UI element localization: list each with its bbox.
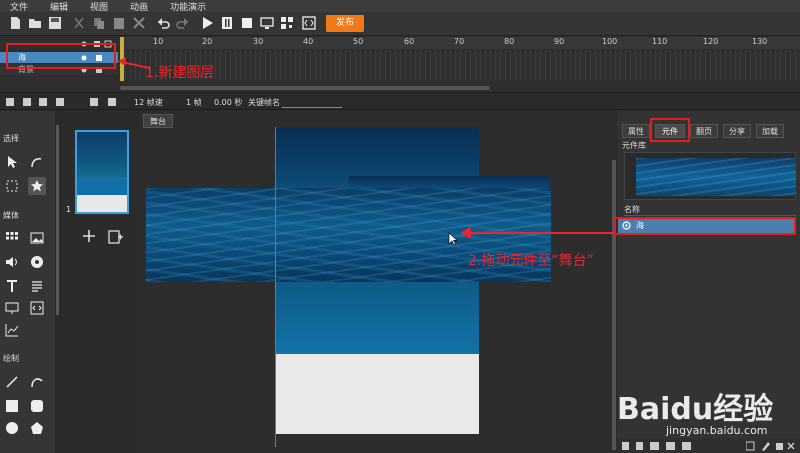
fps-value[interactable]: 12 帧速 — [134, 97, 163, 108]
annotation-box-symbol — [614, 217, 796, 235]
cursor-icon — [448, 232, 458, 246]
ruler-tick: 20 — [202, 37, 213, 46]
image-icon[interactable] — [30, 231, 44, 245]
tab-loading[interactable]: 加载 — [756, 124, 784, 138]
publish-button[interactable]: 发布 — [326, 15, 364, 32]
ruler-tick: 110 — [652, 37, 668, 46]
paragraph-icon[interactable] — [30, 279, 44, 293]
text-icon[interactable] — [5, 279, 19, 293]
status-bar: 12 帧速 1 帧 0.00 秒 关键帧名 — [0, 92, 800, 110]
library-tools-icon[interactable] — [622, 441, 702, 451]
annotation-step1: 1.新建图层 — [145, 65, 215, 81]
chart-icon[interactable] — [5, 323, 19, 337]
annotation-box-tab — [650, 118, 690, 142]
keyframe-name-label: 关键帧名 — [248, 98, 280, 107]
curve-icon[interactable] — [30, 375, 44, 389]
menu-edit[interactable]: 编辑 — [50, 0, 68, 13]
ruler-tick: 60 — [404, 37, 415, 46]
baidu-watermark-url: jingyan.baidu.com — [666, 424, 768, 437]
tab-share[interactable]: 分享 — [723, 124, 751, 138]
library-edit-icons[interactable] — [746, 441, 796, 451]
rounded-rect-icon[interactable] — [30, 399, 44, 413]
video-icon[interactable] — [30, 255, 44, 269]
ruler-tick: 90 — [554, 37, 565, 46]
subselect-icon[interactable] — [30, 155, 44, 169]
menu-bar: 文件 编辑 视图 动画 功能演示 — [0, 0, 800, 13]
open-folder-icon[interactable] — [28, 16, 42, 30]
tools-panel: 选择 媒体 绘制 — [0, 111, 55, 453]
ellipse-icon[interactable] — [5, 421, 19, 435]
code-icon[interactable] — [302, 16, 316, 30]
ruler-tick: 10 — [153, 37, 164, 46]
library-name-header: 名称 — [624, 204, 796, 216]
symbol-tool-icon[interactable] — [28, 177, 46, 195]
library-title: 元件库 — [622, 141, 646, 150]
transform-icon[interactable] — [5, 179, 19, 193]
timeline-ruler[interactable]: 10 20 30 40 50 60 70 80 90 100 110 120 1… — [120, 37, 800, 49]
annotation-step2: 2.拖动元件至“舞台” — [468, 253, 594, 269]
stage-scrollbar[interactable] — [612, 160, 616, 450]
insert-page-icon[interactable] — [108, 229, 124, 245]
stop-icon[interactable] — [240, 16, 254, 30]
section-media-title: 媒体 — [3, 211, 19, 220]
new-file-icon[interactable] — [8, 16, 22, 30]
toolbar: 发布 — [0, 12, 800, 36]
canvas-background-middle — [276, 282, 479, 354]
copy-icon[interactable] — [92, 16, 106, 30]
pause-icon[interactable] — [220, 16, 234, 30]
ruler-tick: 30 — [253, 37, 264, 46]
ruler-tick: 80 — [504, 37, 515, 46]
frame-icon[interactable] — [5, 301, 19, 315]
tab-page-turn[interactable]: 翻页 — [690, 124, 718, 138]
ruler-tick: 100 — [602, 37, 618, 46]
current-frame: 1 帧 — [186, 98, 202, 107]
qrcode-icon[interactable] — [280, 16, 294, 30]
menu-demo[interactable]: 功能演示 — [170, 0, 206, 13]
stage-guide-line — [275, 127, 276, 447]
menu-file[interactable]: 文件 — [10, 0, 28, 13]
audio-icon[interactable] — [5, 255, 19, 269]
keyframe-name-input[interactable] — [282, 98, 342, 108]
html-icon[interactable] — [30, 301, 44, 315]
ruler-tick: 40 — [303, 37, 314, 46]
paste-icon[interactable] — [112, 16, 126, 30]
section-select-title: 选择 — [3, 134, 19, 143]
add-page-icon[interactable] — [82, 229, 96, 243]
page-thumbnail[interactable] — [75, 130, 129, 214]
ruler-tick: 120 — [703, 37, 719, 46]
menu-view[interactable]: 视图 — [90, 0, 108, 13]
grid-icon[interactable] — [5, 231, 19, 245]
line-icon[interactable] — [5, 375, 19, 389]
ruler-tick: 50 — [353, 37, 364, 46]
section-draw-title: 绘制 — [3, 354, 19, 363]
baidu-watermark-logo: Baidu经验 — [617, 392, 774, 427]
play-icon[interactable] — [200, 16, 214, 30]
ruler-tick: 70 — [454, 37, 465, 46]
tools-scrollbar-thumb[interactable] — [56, 125, 59, 315]
library-toolbar — [618, 438, 800, 453]
pointer-icon[interactable] — [5, 155, 19, 169]
frame-tools-icon[interactable] — [90, 97, 120, 107]
tab-properties[interactable]: 属性 — [622, 124, 650, 138]
frame-grid[interactable] — [120, 50, 800, 80]
arrow-icon — [460, 227, 616, 239]
canvas-background-bottom — [276, 354, 479, 434]
preview-icon[interactable] — [260, 16, 274, 30]
timeline-scrollbar[interactable] — [120, 86, 490, 90]
menu-animation[interactable]: 动画 — [130, 0, 148, 13]
redo-icon[interactable] — [176, 16, 190, 30]
undo-icon[interactable] — [156, 16, 170, 30]
rectangle-icon[interactable] — [5, 399, 19, 413]
ruler-tick: 130 — [752, 37, 768, 46]
delete-icon[interactable] — [132, 16, 146, 30]
tab-stage[interactable]: 舞台 — [143, 114, 173, 128]
cut-icon[interactable] — [72, 16, 86, 30]
library-preview-image — [636, 158, 796, 196]
annotation-box-layers — [6, 43, 116, 69]
layer-tools-icon[interactable] — [6, 97, 68, 107]
polygon-icon[interactable] — [30, 421, 44, 435]
page-number: 1 — [66, 205, 72, 214]
current-time: 0.00 秒 — [214, 98, 243, 107]
save-icon[interactable] — [48, 16, 62, 30]
